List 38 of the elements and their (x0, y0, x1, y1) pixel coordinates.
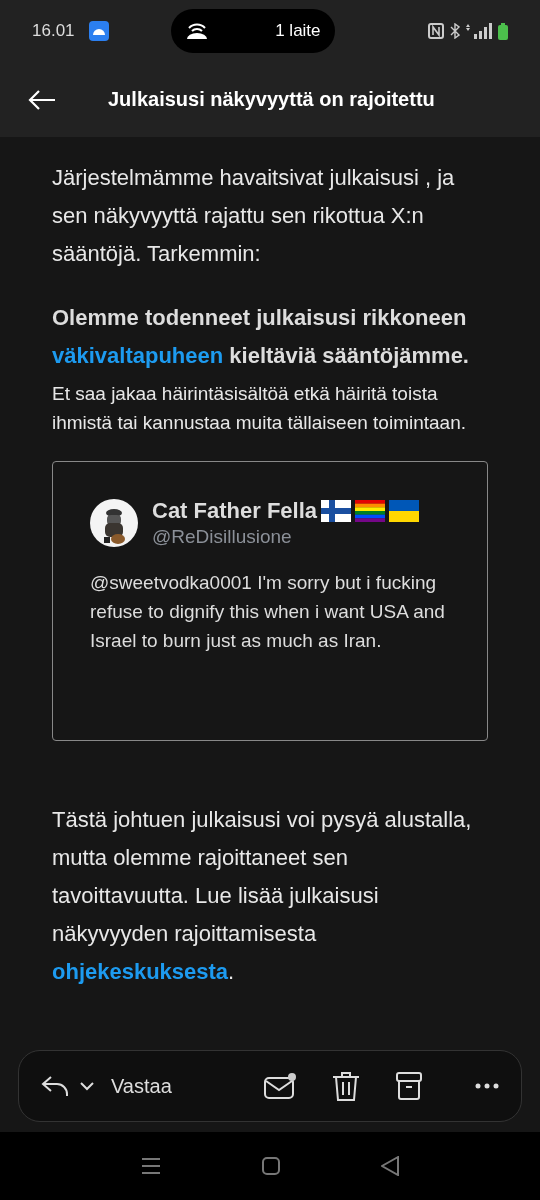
reply-icon (41, 1074, 71, 1098)
trash-icon (331, 1070, 361, 1102)
back-icon (28, 88, 56, 111)
link[interactable]: ohjekeskuksesta (52, 959, 229, 984)
android-icon (88, 21, 109, 41)
delete-button[interactable] (331, 1070, 361, 1102)
battery-icon (498, 22, 508, 40)
reply-button[interactable]: Vastaa (41, 1074, 172, 1098)
more-icon (475, 1083, 499, 1089)
intro-paragraph: Järjestelmämme havaitsivat julkaisusi , ja sen näkyvyyttä rajattu sen rikottua X:n sääntöjä. Tarkemmin: (52, 164, 456, 268)
rule-paragraph: Et saa jakaa häirintäsisältöä etkä häiritä toista ihmistä tai kannustaa muita tällaiseen toimintaan. (52, 382, 467, 435)
hotspot-icon (184, 22, 209, 40)
hotspot-pill[interactable]: 1 laite (170, 9, 335, 53)
archive-icon (395, 1071, 423, 1101)
flag-icon (389, 500, 420, 522)
quoted-post-card[interactable]: Cat Father Fella @ReDisillusione @sweetvodka0001 I'm sorry but i fucking refuse to dignify this when i want USA and Israel to burn just as much as Iran. (52, 461, 488, 741)
flag-icon (321, 500, 352, 522)
signal-icon (466, 23, 492, 39)
home-icon[interactable] (262, 1157, 280, 1175)
mail-button[interactable] (263, 1072, 297, 1100)
outcome-paragraph: Tästä johtuen julkaisusi voi pysyä alustalla, mutta olemme rajoittaneet sen tavoittavuutta. Lue lisää julkaisusi näkyvyyden rajoittamisesta ohjekeskuksesta. (52, 806, 473, 986)
back-button[interactable] (28, 88, 56, 111)
mail-icon (263, 1072, 297, 1100)
menu-icon[interactable] (140, 1157, 161, 1175)
clock-time: 16.01 (32, 21, 75, 41)
archive-button[interactable] (395, 1071, 423, 1101)
author-handle: @ReDisillusione (152, 526, 293, 548)
rainbow-flag-icon (355, 500, 386, 522)
author-name: Cat Father Fella (152, 498, 318, 524)
violation-heading: Olemme todenneet julkaisusi rikkoneen väkivaltapuheen kieltäviä sääntöjämme. (52, 304, 470, 370)
page-title: Julkaisusi näkyvyyttä on rajoitettu (108, 88, 435, 111)
caret-icon (79, 1081, 95, 1091)
nfc-icon (428, 23, 444, 39)
more-button[interactable] (475, 1083, 499, 1089)
back-icon[interactable] (381, 1156, 400, 1176)
post-text: @sweetvodka0001 I'm sorry but i fucking refuse to dignify this when i want USA and Israel to burn just as much as Iran. (90, 571, 446, 653)
link[interactable]: väkivaltapuheen (52, 343, 224, 368)
bluetooth-icon (450, 23, 460, 39)
